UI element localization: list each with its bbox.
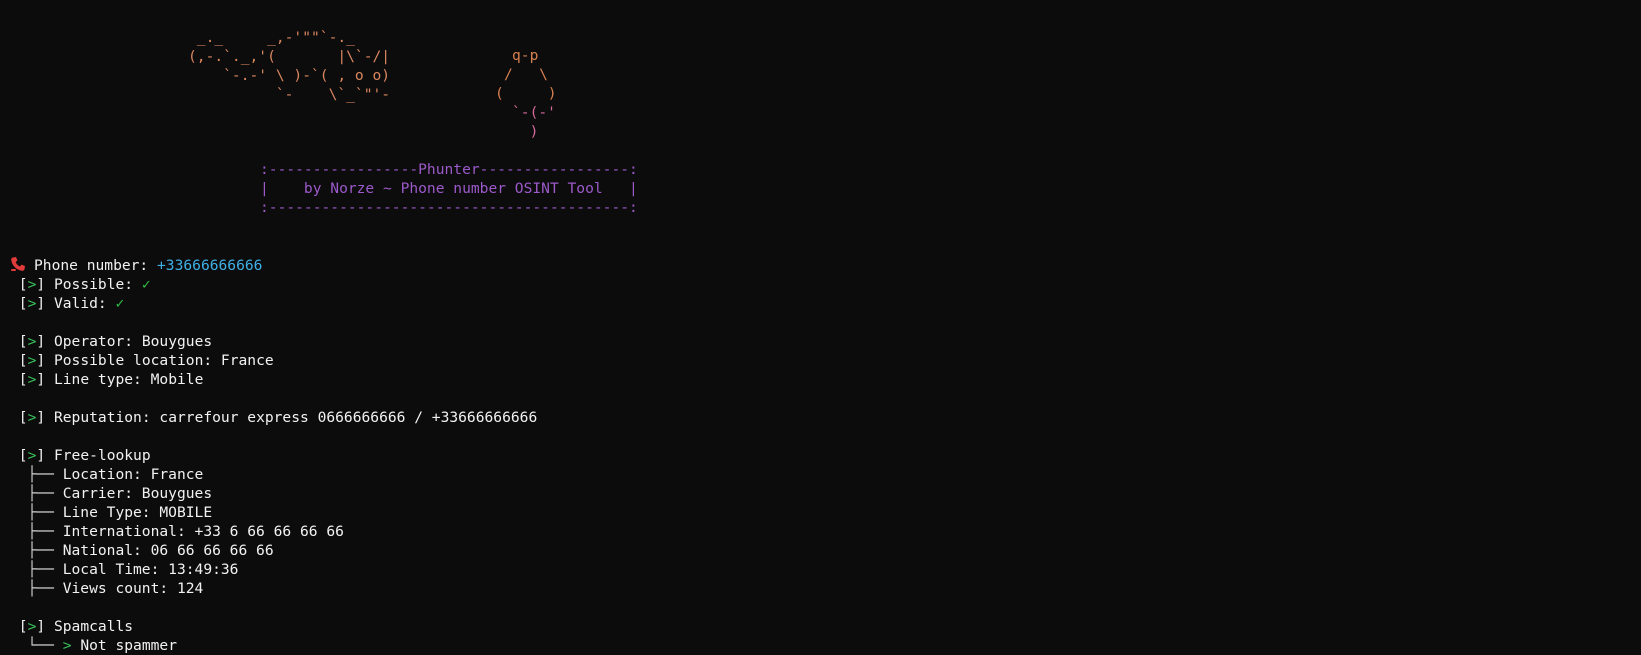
free-lookup-title: Free-lookup [53,447,151,464]
free-lookup-carrier: Carrier: Bouygues [62,485,213,502]
location-line: [>] Possible location: France [18,352,274,369]
banner-bottom-border: :---------------------------------------… [260,199,638,216]
check-mark-icon: ✓ [141,276,151,293]
banner-top-border: :-----------------Phunter---------------… [260,161,638,178]
free-lookup-international: International: +33 6 66 66 66 66 [62,523,344,540]
free-lookup-item: ├── Local Time: 13:49:36 [10,560,1610,579]
ascii-pin-line: `-(-' [512,104,556,121]
free-lookup-item: ├── National: 06 66 66 66 66 [10,541,1610,560]
free-lookup-location: Location: France [62,466,204,483]
tree-branch: ├── [27,504,54,521]
ascii-pin-line: ) [512,123,539,140]
free-lookup-header: [>] Free-lookup [18,447,151,464]
spamcalls-title: Spamcalls [53,618,134,635]
ascii-cat-line: _._ _,-'""`-._ [188,29,355,46]
tree-branch: ├── [27,542,54,559]
possible-check-line: [>] Possible: ✓ [18,276,151,293]
lookup-output: Phone number: +33666666666 [>] Possible:… [10,256,1610,655]
free-lookup-item: ├── International: +33 6 66 66 66 66 [10,522,1610,541]
spamcalls-header: [>] Spamcalls [18,618,134,635]
tree-branch: ├── [27,561,54,578]
ascii-pin-line: / \ [504,66,548,83]
ascii-cat-line: `- \`_`"'- [188,86,391,103]
tool-banner: :-----------------Phunter---------------… [260,160,638,217]
free-lookup-item: ├── Location: France [10,465,1610,484]
phone-number-value: +33666666666 [157,257,263,274]
ascii-cat-art: _._ _,-'""`-._ (,-.`._,'( |\`-/| `-.-' \… [188,28,390,104]
valid-check-line: [>] Valid: ✓ [18,295,125,312]
reputation-line: [>] Reputation: carrefour express 066666… [18,409,538,426]
free-lookup-line-type: Line Type: MOBILE [62,504,213,521]
line-type-line: [>] Line type: Mobile [18,371,204,388]
free-lookup-national: National: 06 66 66 66 66 [62,542,274,559]
free-lookup-item: ├── Views count: 124 [10,579,1610,598]
spamcalls-result-line: └── > Not spammer [10,636,1610,655]
ascii-cat-line: (,-.`._,'( |\`-/| [188,48,391,65]
possible-label: Possible: [53,276,142,293]
tree-branch: ├── [27,466,54,483]
spamcalls-result: Not spammer [80,637,177,654]
location-text: Possible location: France [53,352,274,369]
free-lookup-item: ├── Line Type: MOBILE [10,503,1610,522]
banner-subtitle: | by Norze ~ Phone number OSINT Tool | [260,180,638,197]
tree-branch: ├── [27,580,54,597]
operator-line: [>] Operator: Bouygues [18,333,213,350]
ascii-pin-line: q-p [512,47,539,64]
ascii-pin-art: q-p / \ ( ) `-(-' ) [495,46,557,141]
check-mark-icon: ✓ [115,295,125,312]
valid-label: Valid: [53,295,116,312]
operator-text: Operator: Bouygues [53,333,213,350]
prompt-marker: > [62,637,72,654]
phone-receiver-icon [11,257,25,271]
phone-number-line: Phone number: +33666666666 [10,256,1610,275]
free-lookup-local-time: Local Time: 13:49:36 [62,561,239,578]
free-lookup-views-count: Views count: 124 [62,580,204,597]
ascii-cat-line: `-.-' \ )-`( , o o) [188,67,391,84]
tree-branch: ├── [27,523,54,540]
tree-branch: ├── [27,485,54,502]
terminal-window[interactable]: _._ _,-'""`-._ (,-.`._,'( |\`-/| `-.-' \… [0,0,1641,655]
line-type-text: Line type: Mobile [53,371,204,388]
free-lookup-item: ├── Carrier: Bouygues [10,484,1610,503]
reputation-text: Reputation: carrefour express 0666666666… [53,409,538,426]
ascii-pin-line: ( ) [495,85,557,102]
phone-number-label: Phone number: [34,257,158,274]
tree-branch-end: └── [27,637,54,654]
